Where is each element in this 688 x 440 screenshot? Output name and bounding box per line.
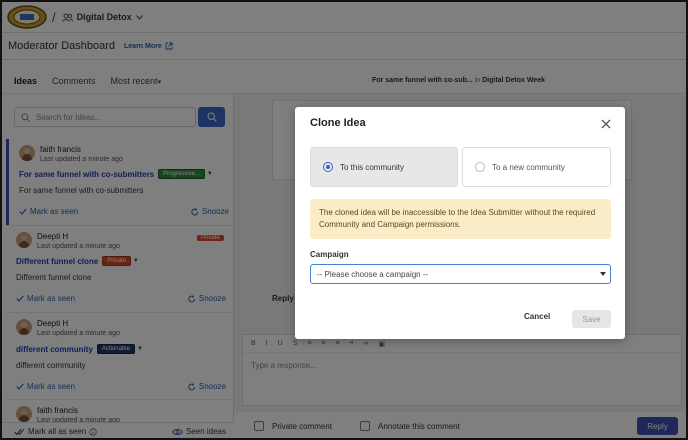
- save-button[interactable]: Save: [572, 310, 611, 328]
- close-icon: [601, 119, 611, 129]
- radio-unselected[interactable]: [475, 162, 485, 172]
- option-this-label: To this community: [340, 162, 405, 172]
- option-new-community[interactable]: To a new community: [462, 147, 611, 187]
- close-button[interactable]: [600, 118, 612, 130]
- caret-down-icon: [600, 272, 606, 276]
- campaign-select[interactable]: -- Please choose a campaign --: [310, 264, 611, 284]
- warning-message: The cloned idea will be inaccessible to …: [310, 199, 611, 239]
- cancel-button[interactable]: Cancel: [524, 312, 550, 321]
- option-new-label: To a new community: [492, 162, 565, 172]
- clone-idea-modal: Clone Idea To this community To a new co…: [295, 107, 625, 339]
- option-this-community[interactable]: To this community: [310, 147, 458, 187]
- radio-selected[interactable]: [323, 162, 333, 172]
- modal-title: Clone Idea: [310, 117, 366, 129]
- campaign-select-value: -- Please choose a campaign --: [317, 269, 429, 279]
- app-frame: / Digital Detox Moderator Dashboard Lear…: [0, 0, 688, 440]
- campaign-label: Campaign: [310, 250, 349, 259]
